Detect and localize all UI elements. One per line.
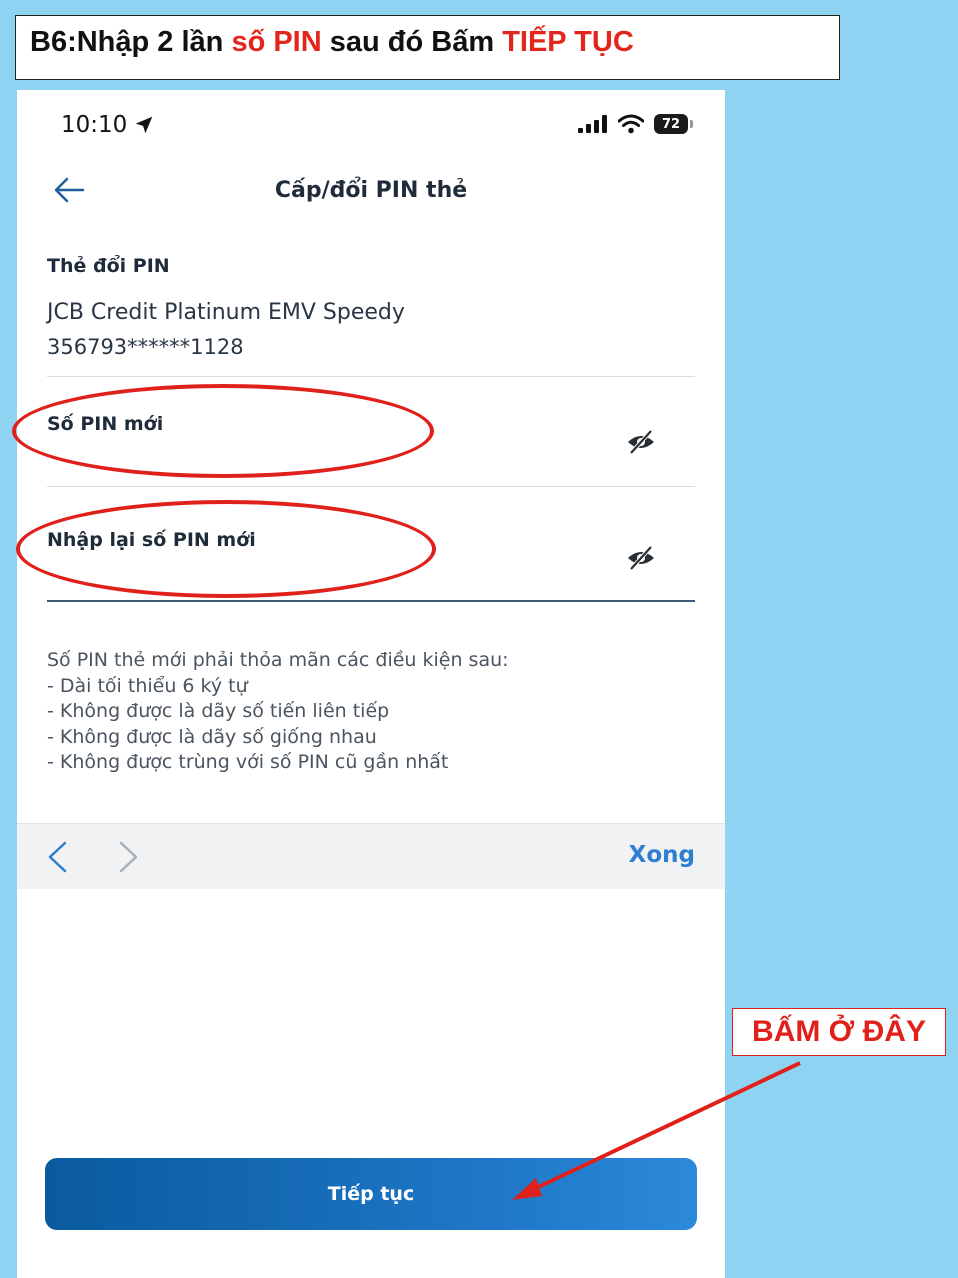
chevron-right-icon[interactable]	[113, 840, 143, 874]
pin-rules: Số PIN thẻ mới phải thỏa mãn các điều ki…	[47, 648, 509, 776]
card-section-label: Thẻ đổi PIN	[47, 255, 170, 277]
active-field-underline	[47, 600, 695, 602]
rule-line: Số PIN thẻ mới phải thỏa mãn các điều ki…	[47, 649, 509, 671]
status-icons: 72	[578, 114, 693, 134]
banner-text-4: TIẾP TỤC	[502, 26, 634, 58]
highlight-ellipse-new-pin	[12, 384, 434, 478]
banner-text-1: B6:Nhập 2 lần	[30, 26, 232, 58]
done-button[interactable]: Xong	[629, 842, 695, 868]
keyboard-accessory-bar: Xong	[17, 823, 725, 889]
chevron-left-icon[interactable]	[43, 840, 73, 874]
rule-line: - Không được là dãy số giống nhau	[47, 725, 377, 748]
page-title: Cấp/đổi PIN thẻ	[274, 178, 468, 203]
step-instruction-banner: B6:Nhập 2 lần số PIN sau đó Bấm TIẾP TỤC	[15, 15, 840, 80]
divider	[47, 486, 695, 487]
phone-screen: 10:10 72 Cấp/đổi PIN thẻ Thẻ đổi PIN JCB…	[17, 90, 725, 1278]
banner-text-2: số PIN	[231, 26, 322, 58]
continue-button[interactable]: Tiếp tục	[45, 1158, 697, 1230]
status-time: 10:10	[61, 112, 155, 138]
card-number: 356793******1128	[47, 335, 244, 359]
battery-icon: 72	[654, 114, 688, 134]
battery-tip	[690, 120, 693, 128]
rule-line: - Dài tối thiểu 6 ký tự	[47, 674, 248, 697]
rule-line: - Không được trùng với số PIN cũ gần nhấ…	[47, 751, 449, 773]
card-name: JCB Credit Platinum EMV Speedy	[47, 300, 405, 325]
signal-icon	[578, 115, 607, 133]
divider	[47, 376, 695, 377]
highlight-ellipse-confirm-pin	[16, 500, 436, 598]
wifi-icon	[618, 114, 644, 134]
location-arrow-icon	[136, 116, 153, 134]
rule-line: - Không được là dãy số tiến liên tiếp	[47, 700, 390, 722]
status-time-text: 10:10	[61, 112, 128, 138]
callout-click-here: BẤM Ở ĐÂY	[732, 1008, 946, 1056]
eye-off-icon[interactable]	[625, 542, 657, 574]
eye-off-icon[interactable]	[625, 426, 657, 458]
banner-text-3: sau đó Bấm	[321, 26, 503, 58]
